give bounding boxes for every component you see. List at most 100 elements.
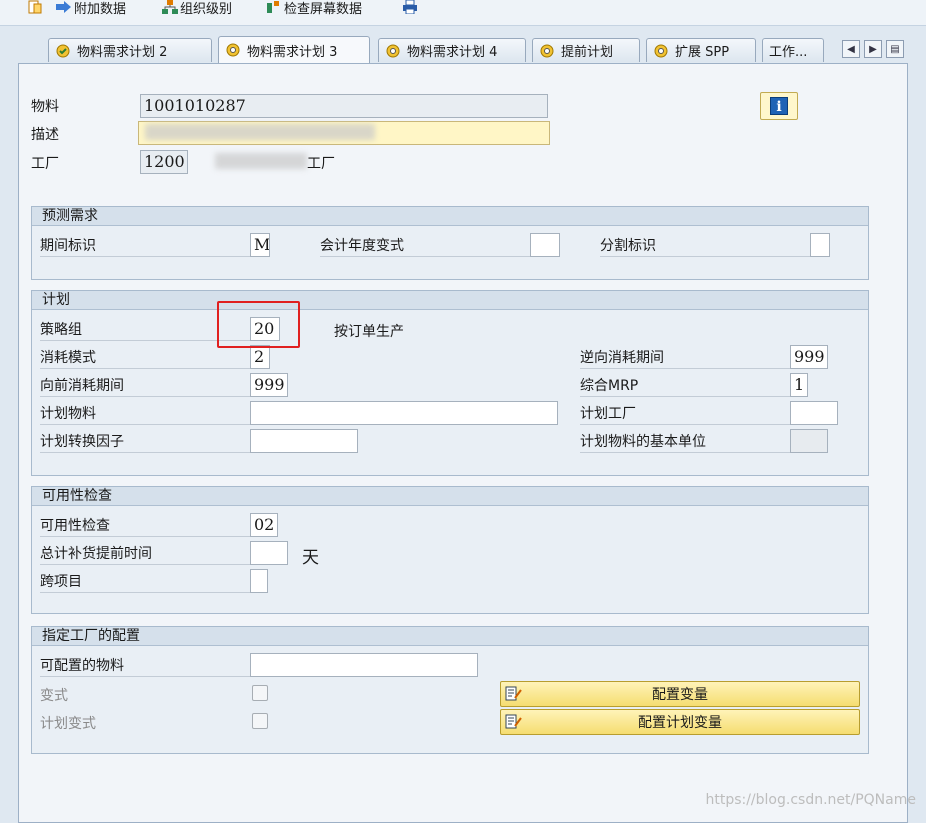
arrow-right-icon <box>56 0 71 14</box>
org-hierarchy-icon <box>162 0 178 14</box>
gear-icon <box>653 44 669 58</box>
backward-consumption-period-field[interactable]: 999 <box>790 345 828 369</box>
availability-group-title: 可用性检查 <box>32 487 868 506</box>
description-label: 描述 <box>31 127 59 143</box>
splitting-indicator-field[interactable] <box>810 233 830 257</box>
tab-list-icon: ▤ <box>890 43 900 55</box>
config-planning-variant-button-label: 配置计划变量 <box>638 715 722 731</box>
planning-variant-label: 计划变式 <box>40 716 96 732</box>
configuration-group-title: 指定工厂的配置 <box>32 627 868 646</box>
planning-base-unit-label: 计划物料的基本单位 <box>580 431 790 453</box>
forward-consumption-period-label: 向前消耗期间 <box>40 375 250 397</box>
org-levels-button[interactable]: 组织级别 <box>162 0 232 18</box>
cross-project-field[interactable] <box>250 569 268 593</box>
tab-strip: 物料需求计划 2 物料需求计划 3 物料需求计划 4 提前计划 扩展 SPP 工… <box>0 36 926 64</box>
configure-icon <box>505 686 523 702</box>
config-variant-button-label: 配置变量 <box>652 687 708 703</box>
forward-consumption-period-field[interactable]: 999 <box>250 373 288 397</box>
check-screen-data-label: 检查屏幕数据 <box>284 1 363 17</box>
cross-project-label: 跨项目 <box>40 571 250 593</box>
redacted-description <box>145 124 375 140</box>
planning-group-title: 计划 <box>32 291 868 310</box>
tab-work-scheduling-label: 工作... <box>769 45 808 60</box>
tab-extended-spp-label: 扩展 SPP <box>675 45 730 60</box>
gear-icon <box>539 44 555 58</box>
tab-scroll-left-button[interactable]: ◀ <box>842 40 860 58</box>
chevron-right-icon: ▶ <box>869 43 877 55</box>
material-label: 物料 <box>31 99 59 115</box>
tab-mrp2-label: 物料需求计划 2 <box>77 45 168 60</box>
period-indicator-field[interactable]: M <box>250 233 270 257</box>
tab-mrp2[interactable]: 物料需求计划 2 <box>48 38 212 62</box>
chevron-left-icon: ◀ <box>847 43 855 55</box>
mixed-mrp-label: 综合MRP <box>580 375 790 397</box>
mixed-mrp-field[interactable]: 1 <box>790 373 808 397</box>
tab-scroll-right-button[interactable]: ▶ <box>864 40 882 58</box>
planning-material-field[interactable] <box>250 401 558 425</box>
tab-mrp4-label: 物料需求计划 4 <box>407 45 498 60</box>
plant-field[interactable]: 1200 <box>140 150 188 174</box>
planning-conversion-factor-field[interactable] <box>250 429 358 453</box>
tab-mrp4[interactable]: 物料需求计划 4 <box>378 38 526 62</box>
total-lead-time-label: 总计补货提前时间 <box>40 543 250 565</box>
redacted-plant-name <box>215 153 307 169</box>
application-toolbar: 附加数据 组织级别 检查屏幕数据 <box>0 0 926 26</box>
availability-check-group: 可用性检查 可用性检查 02 总计补货提前时间 天 跨项目 <box>31 486 869 614</box>
info-icon: i <box>770 97 788 115</box>
consumption-mode-label: 消耗模式 <box>40 347 250 369</box>
plant-configuration-group: 指定工厂的配置 可配置的物料 变式 配置变量 计划变式 配置计划变量 <box>31 626 869 754</box>
gear-icon <box>225 43 241 57</box>
check-circle-icon <box>55 44 71 58</box>
print-button[interactable] <box>402 0 417 18</box>
check-data-icon <box>266 0 280 14</box>
total-lead-time-field[interactable] <box>250 541 288 565</box>
planning-plant-field[interactable] <box>790 401 838 425</box>
config-variant-button[interactable]: 配置变量 <box>500 681 860 707</box>
tab-list-button[interactable]: ▤ <box>886 40 904 58</box>
tab-mrp3-label: 物料需求计划 3 <box>247 44 338 60</box>
planning-variant-checkbox[interactable] <box>252 713 268 729</box>
period-indicator-label: 期间标识 <box>40 235 250 257</box>
configurable-material-field[interactable] <box>250 653 478 677</box>
planning-base-unit-field <box>790 429 828 453</box>
planning-material-label: 计划物料 <box>40 403 250 425</box>
tab-advanced-planning-label: 提前计划 <box>561 45 614 60</box>
forecast-requirements-group: 预测需求 期间标识 M 会计年度变式 分割标识 <box>31 206 869 280</box>
tab-work-scheduling[interactable]: 工作... <box>762 38 824 62</box>
backward-consumption-period-label: 逆向消耗期间 <box>580 347 790 369</box>
configure-icon <box>505 714 523 730</box>
material-field[interactable]: 1001010287 <box>140 94 548 118</box>
new-document-button[interactable] <box>28 0 42 18</box>
configurable-material-label: 可配置的物料 <box>40 655 250 677</box>
fiscal-year-variant-field[interactable] <box>530 233 560 257</box>
printer-icon <box>402 0 417 15</box>
fiscal-year-variant-label: 会计年度变式 <box>320 235 530 257</box>
check-screen-data-button[interactable]: 检查屏幕数据 <box>266 0 362 18</box>
plant-label: 工厂 <box>31 156 59 172</box>
new-document-icon <box>28 0 42 14</box>
tab-mrp3[interactable]: 物料需求计划 3 <box>218 36 370 63</box>
tab-extended-spp[interactable]: 扩展 SPP <box>646 38 756 62</box>
variant-checkbox[interactable] <box>252 685 268 701</box>
planning-conversion-factor-label: 计划转换因子 <box>40 431 250 453</box>
additional-data-label: 附加数据 <box>74 1 127 17</box>
gear-icon <box>385 44 401 58</box>
plant-name-suffix: 工厂 <box>307 156 335 172</box>
strategy-group-description: 按订单生产 <box>334 324 404 340</box>
additional-data-button[interactable]: 附加数据 <box>56 0 126 18</box>
availability-check-label: 可用性检查 <box>40 515 250 537</box>
watermark-text: https://blog.csdn.net/PQName <box>705 792 916 808</box>
tab-advanced-planning[interactable]: 提前计划 <box>532 38 640 62</box>
strategy-group-highlight <box>217 301 300 348</box>
planning-plant-label: 计划工厂 <box>580 403 790 425</box>
info-button[interactable]: i <box>760 92 798 120</box>
config-planning-variant-button[interactable]: 配置计划变量 <box>500 709 860 735</box>
availability-check-field[interactable]: 02 <box>250 513 278 537</box>
splitting-indicator-label: 分割标识 <box>600 235 810 257</box>
consumption-mode-field[interactable]: 2 <box>250 345 270 369</box>
planning-group: 计划 策略组 20 按订单生产 消耗模式 2 逆向消耗期间 999 向前消耗期间… <box>31 290 869 476</box>
forecast-group-title: 预测需求 <box>32 207 868 226</box>
tab-content-panel: 物料 1001010287 描述 工厂 1200 工厂 i 预测需求 期间标识 … <box>18 63 908 823</box>
org-levels-label: 组织级别 <box>180 1 233 17</box>
total-lead-time-unit: 天 <box>302 548 319 568</box>
